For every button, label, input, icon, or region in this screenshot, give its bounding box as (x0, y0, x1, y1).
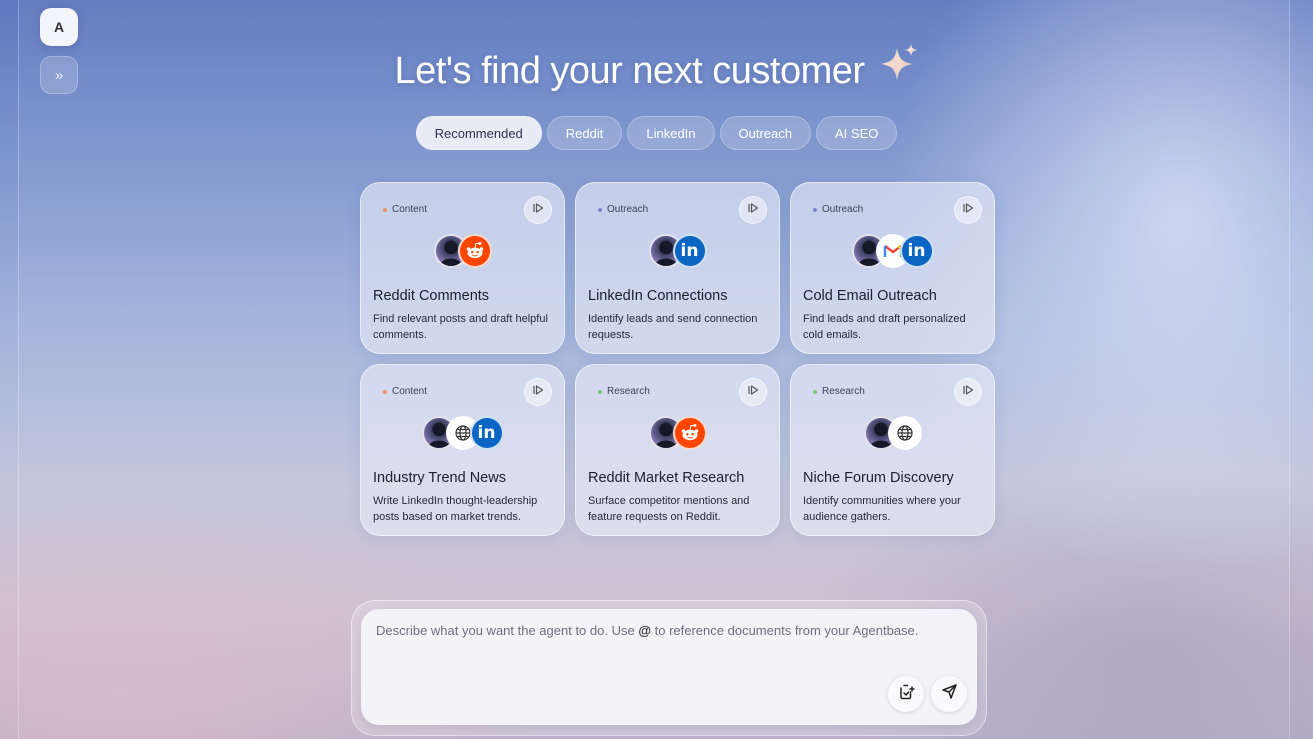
card-title: Reddit Comments (373, 288, 490, 304)
template-card[interactable]: Research Reddit Market Research Surface co… (575, 364, 780, 536)
card-category-tag: Research (813, 386, 865, 397)
card-description: Write LinkedIn thought-leadership posts … (373, 495, 538, 523)
category-dot (598, 207, 602, 212)
play-icon (962, 201, 974, 219)
sparkle-icon (877, 42, 919, 94)
card-title: LinkedIn Connections (588, 288, 728, 304)
globe-icon (887, 416, 922, 450)
page-headline: Let's find your next customer (0, 43, 1313, 94)
card-description: Find relevant posts and draft helpful co… (373, 313, 548, 341)
card-description: Find leads and draft personalized cold e… (803, 313, 966, 341)
prompt-input-placeholder[interactable]: Describe what you want the agent to do. … (376, 623, 918, 638)
category-label: Research (822, 386, 865, 397)
card-description: Surface competitor mentions and feature … (588, 495, 750, 523)
run-template-button[interactable] (739, 378, 767, 406)
card-title: Industry Trend News (373, 470, 506, 486)
card-description: Identify communities where your audience… (803, 495, 961, 523)
linkedin-icon: in (469, 416, 504, 450)
attach-document-button[interactable] (888, 676, 924, 712)
card-category-tag: Research (598, 386, 650, 397)
card-title: Cold Email Outreach (803, 288, 937, 304)
run-template-button[interactable] (524, 196, 552, 224)
card-title: Reddit Market Research (588, 470, 745, 486)
linkedin-icon: in (899, 234, 934, 268)
integration-icons (576, 416, 779, 450)
template-card[interactable]: Content Reddit Comments Find relevant post… (360, 182, 565, 354)
card-category-tag: Content (383, 386, 427, 397)
integration-icons: in (791, 234, 994, 268)
integration-icons (791, 416, 994, 450)
run-template-button[interactable] (524, 378, 552, 406)
template-card[interactable]: Content in Industry Trend News Write Linked… (360, 364, 565, 536)
play-icon (962, 383, 974, 401)
integration-icons: in (361, 416, 564, 450)
category-tabs: Recommended Reddit LinkedIn Outreach AI … (0, 116, 1313, 150)
tab-outreach[interactable]: Outreach (719, 116, 811, 150)
placeholder-at-symbol: @ (638, 623, 652, 638)
template-card[interactable]: Outreach in Cold Email Outreach Find leads … (790, 182, 995, 354)
run-template-button[interactable] (954, 378, 982, 406)
card-description: Identify leads and send connection reque… (588, 313, 758, 341)
reddit-icon (457, 234, 492, 268)
template-card[interactable]: Research Niche Forum Discovery Identify co… (790, 364, 995, 536)
template-card[interactable]: Outreach in LinkedIn Connections Identify l… (575, 182, 780, 354)
headline-text: Let's find your next customer (394, 50, 865, 92)
card-category-tag: Content (383, 204, 427, 215)
avatar-initial: A (53, 19, 65, 35)
category-dot (598, 389, 602, 394)
user-avatar-button[interactable]: A (40, 8, 78, 46)
integration-icons (361, 234, 564, 268)
category-label: Outreach (607, 204, 649, 215)
reddit-icon (672, 416, 707, 450)
run-template-button[interactable] (739, 196, 767, 224)
category-dot (383, 207, 387, 212)
play-icon (747, 201, 759, 219)
category-label: Outreach (822, 204, 864, 215)
play-icon (532, 201, 544, 219)
send-button[interactable] (931, 676, 967, 712)
run-template-button[interactable] (954, 196, 982, 224)
card-title: Niche Forum Discovery (803, 470, 954, 486)
play-icon (532, 383, 544, 401)
play-icon (747, 383, 759, 401)
card-category-tag: Outreach (813, 204, 863, 215)
category-label: Content (392, 386, 428, 397)
category-dot (383, 389, 387, 394)
add-file-icon (897, 683, 915, 706)
card-category-tag: Outreach (598, 204, 648, 215)
placeholder-text-start: Describe what you want the agent to do. … (376, 623, 639, 638)
tab-linkedin[interactable]: LinkedIn (627, 116, 715, 150)
linkedin-icon: in (672, 234, 707, 268)
integration-icons: in (576, 234, 779, 268)
tab-ai-seo[interactable]: AI SEO (816, 116, 898, 150)
template-card-grid: Content Reddit Comments Find relevant post… (360, 182, 995, 536)
tab-reddit[interactable]: Reddit (546, 116, 623, 150)
tab-recommended[interactable]: Recommended (415, 116, 542, 150)
prompt-composer[interactable]: Describe what you want the agent to do. … (361, 609, 977, 725)
category-dot (813, 389, 817, 394)
category-dot (813, 207, 817, 212)
category-label: Research (607, 386, 650, 397)
category-label: Content (392, 204, 428, 215)
placeholder-text-end: to reference documents from your Agentba… (651, 623, 919, 638)
send-icon (941, 683, 958, 705)
